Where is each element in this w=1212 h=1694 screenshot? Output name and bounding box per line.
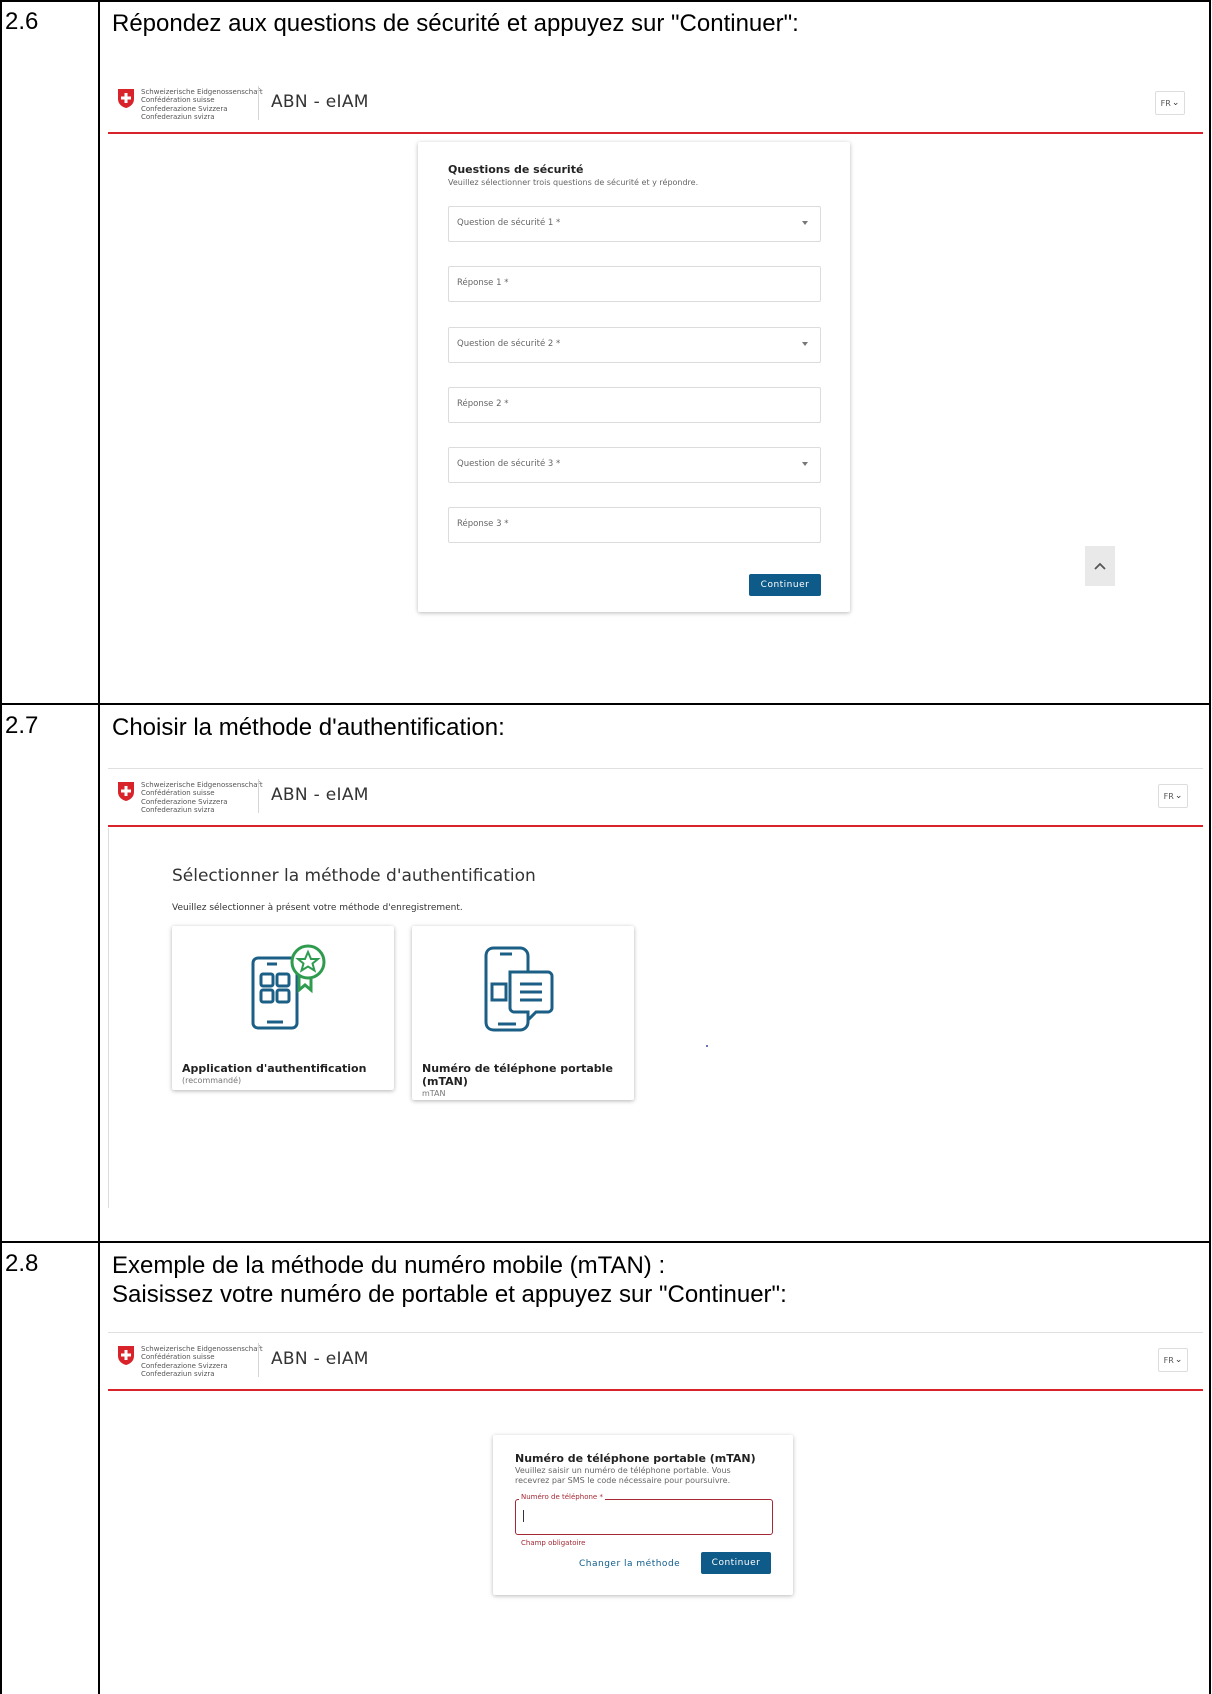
- dropdown-caret-icon: [802, 462, 808, 466]
- table-column-divider: [98, 0, 100, 1694]
- method-subtitle: (recommandé): [182, 1076, 242, 1085]
- language-selector[interactable]: FR ⌄: [1158, 1348, 1188, 1372]
- dropdown-caret-icon: [802, 221, 808, 225]
- header-separator: [258, 1343, 259, 1377]
- header-separator: [258, 86, 259, 120]
- site-header: Schweizerische Eidgenossenschaft Confédé…: [108, 76, 1203, 134]
- continue-button[interactable]: Continuer: [701, 1552, 771, 1574]
- answer-1-input[interactable]: Réponse 1 *: [448, 266, 821, 302]
- site-header: Schweizerische Eidgenossenschaft Confédé…: [108, 768, 1203, 827]
- security-questions-card: Questions de sécurité Veuillez sélection…: [418, 142, 850, 612]
- swiss-shield-icon: [118, 1346, 134, 1365]
- step-title: Répondez aux questions de sécurité et ap…: [112, 10, 799, 37]
- method-card-mobile-mtan[interactable]: Numéro de téléphone portable (mTAN) mTAN: [412, 926, 634, 1100]
- table-border-top: [0, 0, 1211, 2]
- table-row-divider-1: [0, 703, 1211, 705]
- confederation-text: Schweizerische Eidgenossenschaft Confédé…: [141, 1345, 263, 1378]
- dropdown-caret-icon: [802, 342, 808, 346]
- chevron-down-icon: ⌄: [1174, 1355, 1183, 1365]
- app-name: ABN - eIAM: [271, 1349, 369, 1369]
- text-cursor: [523, 1510, 524, 1522]
- phone-number-input[interactable]: [515, 1499, 773, 1535]
- app-name: ABN - eIAM: [271, 785, 369, 805]
- security-question-2-select[interactable]: Question de sécurité 2 *: [448, 327, 821, 363]
- mtan-card: Numéro de téléphone portable (mTAN) Veui…: [493, 1435, 793, 1595]
- phone-number-label: Numéro de téléphone *: [519, 1493, 605, 1501]
- screenshot-authentication-method: Schweizerische Eidgenossenschaft Confédé…: [108, 768, 1203, 1208]
- continue-button[interactable]: Continuer: [749, 574, 821, 596]
- swiss-shield-icon: [118, 782, 134, 801]
- step-title: Choisir la méthode d'authentification:: [112, 714, 505, 741]
- mobile-sms-icon: [484, 946, 554, 1032]
- table-row-divider-2: [0, 1241, 1211, 1243]
- card-instructions: Veuillez saisir un numéro de téléphone p…: [515, 1466, 731, 1485]
- app-name: ABN - eIAM: [271, 92, 369, 112]
- swiss-shield-icon: [118, 89, 134, 108]
- page-subheading: Veuillez sélectionner à présent votre mé…: [172, 903, 463, 913]
- change-method-button[interactable]: Changer la méthode: [579, 1559, 680, 1569]
- scroll-to-top-button[interactable]: [1085, 546, 1115, 586]
- card-subtitle: Veuillez sélectionner trois questions de…: [448, 178, 699, 187]
- site-header: Schweizerische Eidgenossenschaft Confédé…: [108, 1332, 1203, 1391]
- table-border-right: [1209, 0, 1211, 1694]
- method-title: Numéro de téléphone portable (mTAN): [422, 1062, 613, 1088]
- header-separator: [258, 779, 259, 813]
- screenshot-mobile-number: Schweizerische Eidgenossenschaft Confédé…: [108, 1332, 1203, 1672]
- screenshot-security-questions: Schweizerische Eidgenossenschaft Confédé…: [108, 76, 1203, 676]
- language-selector[interactable]: FR ⌄: [1158, 784, 1188, 808]
- method-subtitle: mTAN: [422, 1089, 446, 1098]
- answer-3-input[interactable]: Réponse 3 *: [448, 507, 821, 543]
- chevron-down-icon: ⌄: [1174, 791, 1183, 801]
- security-question-3-select[interactable]: Question de sécurité 3 *: [448, 447, 821, 483]
- page-heading: Sélectionner la méthode d'authentificati…: [172, 866, 536, 886]
- method-title: Application d'authentification: [182, 1062, 367, 1075]
- authenticator-app-icon: [251, 944, 326, 1030]
- table-border-left: [0, 0, 2, 1694]
- step-number: 2.8: [5, 1250, 39, 1277]
- content-left-border: [108, 828, 109, 1208]
- stray-dot: [706, 1045, 708, 1047]
- confederation-text: Schweizerische Eidgenossenschaft Confédé…: [141, 88, 263, 121]
- card-title: Questions de sécurité: [448, 163, 584, 176]
- error-message: Champ obligatoire: [521, 1539, 586, 1547]
- method-card-authenticator-app[interactable]: Application d'authentification (recomman…: [172, 926, 394, 1090]
- step-title: Exemple de la méthode du numéro mobile (…: [112, 1252, 787, 1308]
- chevron-down-icon: ⌄: [1171, 98, 1180, 108]
- chevron-up-icon: [1094, 562, 1106, 570]
- security-question-1-select[interactable]: Question de sécurité 1 *: [448, 206, 821, 242]
- step-number: 2.7: [5, 712, 39, 739]
- step-number: 2.6: [5, 8, 39, 35]
- confederation-text: Schweizerische Eidgenossenschaft Confédé…: [141, 781, 263, 814]
- language-selector[interactable]: FR ⌄: [1155, 91, 1185, 115]
- answer-2-input[interactable]: Réponse 2 *: [448, 387, 821, 423]
- card-title: Numéro de téléphone portable (mTAN): [515, 1452, 756, 1465]
